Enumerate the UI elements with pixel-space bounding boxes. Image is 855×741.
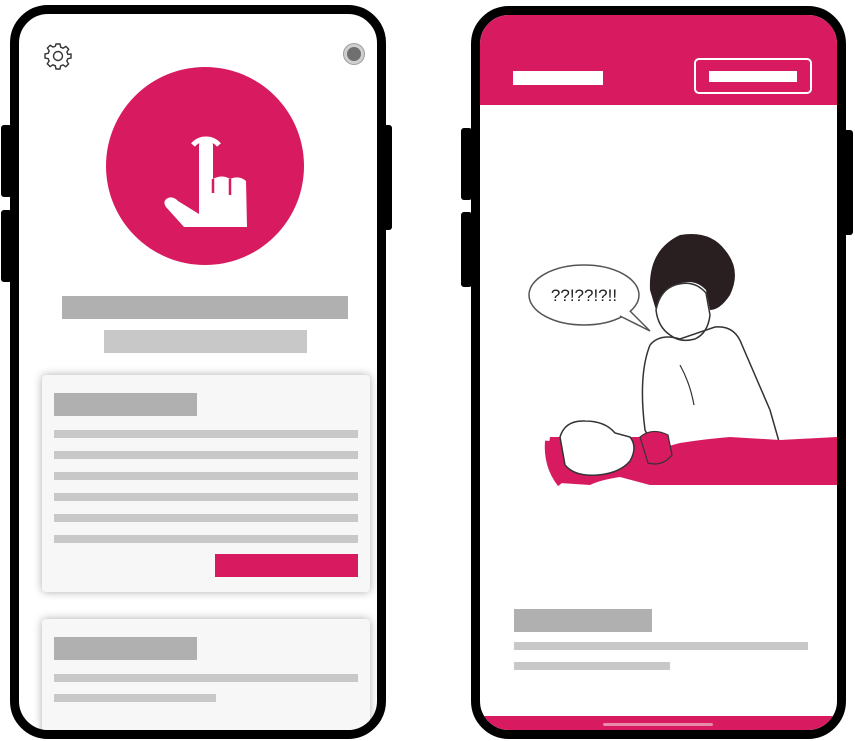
gear-icon[interactable]	[43, 41, 73, 71]
app-bar-action-button[interactable]	[694, 58, 812, 94]
phone-left	[10, 5, 386, 739]
text-line-placeholder	[54, 535, 358, 543]
card	[42, 375, 370, 592]
card	[42, 619, 370, 730]
caption-line-placeholder	[514, 642, 808, 650]
heading-placeholder	[62, 296, 348, 319]
caption-line-placeholder	[514, 662, 670, 670]
app-bar-title-placeholder	[513, 71, 603, 85]
text-line-placeholder	[54, 493, 358, 501]
app-bar	[480, 15, 837, 105]
subheading-placeholder	[104, 330, 307, 353]
cpr-illustration: ??!??!?!!	[528, 234, 837, 487]
home-indicator[interactable]	[603, 723, 713, 726]
text-line-placeholder	[54, 694, 216, 702]
speech-bubble: ??!??!?!!	[528, 264, 651, 332]
hero-circle	[106, 67, 304, 265]
text-line-placeholder	[54, 514, 358, 522]
card-action-button[interactable]	[215, 554, 358, 577]
card-title-placeholder	[54, 393, 197, 416]
app-bar-button-label-placeholder	[709, 71, 797, 82]
camera-dot-icon	[344, 44, 364, 64]
text-line-placeholder	[54, 430, 358, 438]
caption-title-placeholder	[514, 609, 652, 632]
tap-hand-icon	[164, 136, 247, 227]
text-line-placeholder	[54, 674, 358, 682]
speech-bubble-text: ??!??!?!!	[551, 286, 617, 305]
phone-right: ??!??!?!!	[471, 6, 846, 739]
bottom-bar	[480, 716, 837, 730]
text-line-placeholder	[54, 472, 358, 480]
text-line-placeholder	[54, 451, 358, 459]
card-title-placeholder	[54, 637, 197, 660]
